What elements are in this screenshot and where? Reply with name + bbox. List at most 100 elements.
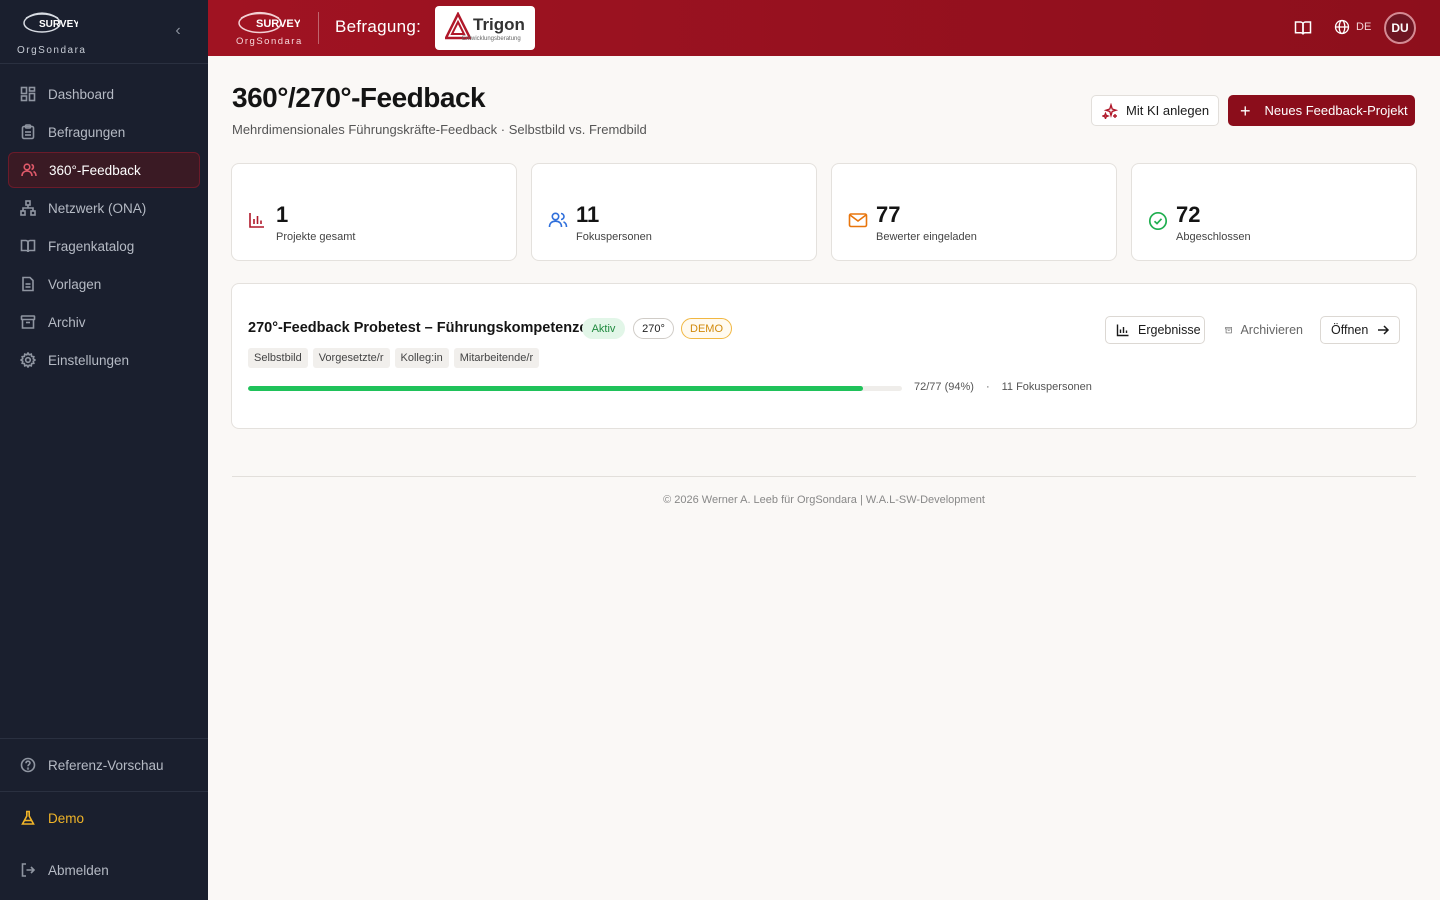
sidebar-item-label: Fragenkatalog [48,238,135,254]
stat-label: Bewerter eingeladen [876,231,977,243]
stat-label: Abgeschlossen [1176,231,1251,243]
globe-icon [1334,19,1350,35]
survey-logo-icon: SURVEY [23,12,78,33]
rater-group-tags: Selbstbild Vorgesetzte/r Kolleg:in Mitar… [248,348,544,368]
sidebar-item-label: Dashboard [48,86,115,102]
sidebar-item-360-feedback[interactable]: 360°-Feedback [8,152,200,188]
mail-icon [848,213,868,228]
page-subtitle: Mehrdimensionales Führungskräfte-Feedbac… [232,122,647,137]
footer: © 2026 Werner A. Leeb für OrgSondara | W… [663,494,985,506]
stat-value: 1 [276,202,289,227]
arrow-right-icon [1378,325,1390,335]
collapse-sidebar-icon[interactable]: ‹ [170,22,186,42]
logout-icon [21,863,36,877]
topbar-org-name: OrgSondara [236,36,303,47]
separator-dot: · [985,381,990,393]
stat-card-focus-persons: 11 Fokuspersonen [531,163,817,261]
partner-subtitle: Entwicklungsberatung [462,36,521,42]
sidebar-item-archiv[interactable]: Archiv [8,304,200,340]
partner-logo[interactable]: Trigon Entwicklungsberatung [435,6,535,50]
stat-label: Fokuspersonen [576,231,652,243]
book-icon [20,239,36,253]
stat-value: 11 [576,202,600,227]
svg-text:SURVEY: SURVEY [39,19,78,30]
status-badge: Aktiv [582,318,625,339]
new-feedback-project-button[interactable]: + Neues Feedback-Projekt [1228,95,1415,126]
progress-bar [248,386,902,391]
topbar-divider [318,12,319,44]
language-code: DE [1356,21,1372,33]
sidebar-item-dashboard[interactable]: Dashboard [8,76,200,112]
sidebar-item-referenz-vorschau[interactable]: Referenz-Vorschau [8,747,200,783]
survey-label: Befragung: [335,17,422,36]
help-circle-icon [20,757,36,773]
sidebar-demo-section: Demo [0,791,208,845]
archive-button[interactable]: Archivieren [1223,316,1303,344]
tag: Kolleg:in [394,348,449,368]
avatar[interactable]: DU [1384,12,1416,44]
new-feedback-project-label: Neues Feedback-Projekt [1264,103,1408,118]
sidebar-item-netzwerk[interactable]: Netzwerk (ONA) [8,190,200,226]
open-button[interactable]: Öffnen [1320,316,1400,344]
stat-card-completed: 72 Abgeschlossen [1131,163,1417,261]
sidebar-item-label: Einstellungen [48,352,130,368]
sidebar: SURVEY OrgSondara ‹ Dashboard Befragunge… [0,0,208,900]
progress-fill [248,386,863,391]
partner-name: Trigon [473,15,525,34]
sidebar-org-name: OrgSondara [17,45,87,56]
sidebar-item-befragungen[interactable]: Befragungen [8,114,200,150]
sidebar-item-vorlagen[interactable]: Vorlagen [8,266,200,302]
dashboard-icon [20,86,36,102]
survey-logo-icon: SURVEY [238,11,300,34]
sidebar-item-label: Archiv [48,314,86,330]
sidebar-item-label: Demo [48,810,85,826]
progress-text: 72/77 (94%) [914,381,974,393]
sparkles-icon [1102,102,1118,119]
create-with-ai-label: Mit KI anlegen [1126,103,1210,118]
sidebar-item-demo[interactable]: Demo [8,800,200,836]
sidebar-item-fragenkatalog[interactable]: Fragenkatalog [8,228,200,264]
tag: Mitarbeitende/r [453,348,540,368]
help-book-icon[interactable] [1294,19,1312,37]
users-icon [21,163,37,177]
project-card: 270°-Feedback Probetest – Führungskompet… [231,283,1417,429]
check-circle-icon [1148,211,1168,231]
stat-value: 72 [1176,202,1201,227]
sidebar-reference-section: Referenz-Vorschau [0,738,208,792]
users-icon [548,212,568,228]
footer-divider [232,476,1416,477]
archive-icon [20,315,36,329]
sidebar-item-abmelden[interactable]: Abmelden [8,852,200,888]
network-icon [20,200,36,216]
stat-card-projects: 1 Projekte gesamt [231,163,517,261]
gear-icon [20,352,36,368]
language-switcher[interactable]: DE [1334,19,1371,35]
svg-text:SURVEY: SURVEY [256,18,300,30]
archive-icon [1225,326,1233,334]
results-label: Ergebnisse [1138,323,1201,337]
focus-persons-count: 11 Fokuspersonen [1001,381,1092,393]
archive-label: Archivieren [1240,323,1303,337]
project-title[interactable]: 270°-Feedback Probetest – Führungskompet… [248,320,596,336]
topbar: SURVEY OrgSondara Befragung: Trigon Entw… [208,0,1440,56]
results-button[interactable]: Ergebnisse [1105,316,1205,344]
sidebar-item-label: Referenz-Vorschau [48,757,164,773]
page-title: 360°/270°-Feedback [232,82,486,113]
bar-chart-icon [1116,324,1129,337]
type-badge: 270° [633,318,674,339]
progress-meta: 72/77 (94%) · 11 Fokuspersonen [914,381,1092,393]
tag: Vorgesetzte/r [312,348,390,368]
file-icon [22,276,34,292]
demo-badge: DEMO [681,318,732,339]
stat-label: Projekte gesamt [276,231,356,243]
open-label: Öffnen [1331,323,1369,337]
stat-value: 77 [876,202,901,227]
tag: Selbstbild [248,348,308,368]
sidebar-item-label: 360°-Feedback [49,162,141,178]
sidebar-logout-section: Abmelden [0,852,208,888]
plus-icon: + [1240,100,1251,121]
sidebar-item-label: Netzwerk (ONA) [48,200,147,216]
sidebar-item-einstellungen[interactable]: Einstellungen [8,342,200,378]
create-with-ai-button[interactable]: Mit KI anlegen [1091,95,1219,126]
bar-chart-icon [249,213,264,228]
